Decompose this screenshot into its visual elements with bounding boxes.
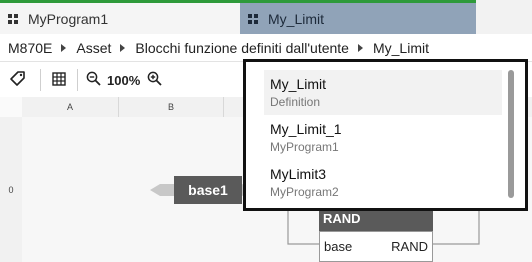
item-title: My_Limit (270, 76, 327, 92)
node-base1[interactable]: base1 (174, 176, 242, 204)
node-rand[interactable]: RAND base RAND (319, 205, 433, 262)
item-subtitle: MyProgram2 (270, 185, 339, 199)
list-item[interactable]: My_Limit_1 MyProgram1 (264, 115, 502, 160)
item-title: My_Limit_1 (270, 121, 342, 137)
rand-input-port[interactable]: base (324, 239, 352, 254)
input-port (150, 184, 174, 196)
reference-list: My_Limit Definition My_Limit_1 MyProgram… (264, 70, 502, 205)
rand-output-port[interactable]: RAND (391, 239, 428, 254)
references-popup: My_Limit Definition My_Limit_1 MyProgram… (243, 59, 528, 211)
list-item[interactable]: MyLimit3 MyProgram2 (264, 160, 502, 205)
list-item[interactable]: My_Limit Definition (264, 70, 502, 115)
scrollbar[interactable] (508, 70, 514, 198)
item-subtitle: Definition (270, 95, 321, 109)
item-title: MyLimit3 (270, 166, 327, 182)
item-subtitle: MyProgram1 (270, 140, 339, 154)
rand-ports: base RAND (319, 231, 433, 262)
